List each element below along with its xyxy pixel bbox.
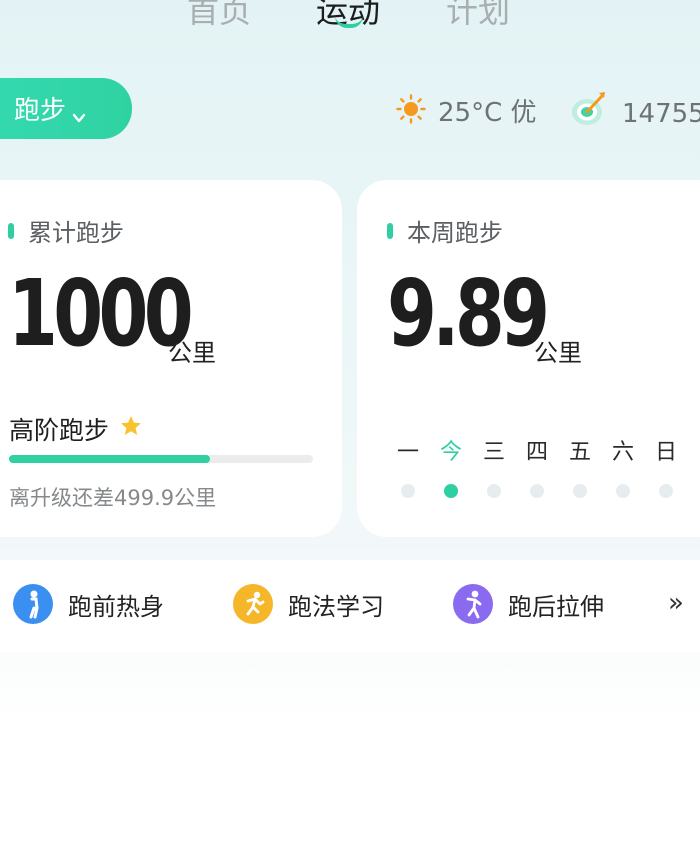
week-card-title-text: 本周跑步 (407, 219, 503, 247)
stretch-icon (453, 584, 493, 624)
level-progress-bar (9, 455, 313, 463)
tab-plan[interactable]: 计划 (446, 0, 510, 32)
learn-label: 跑法学习 (288, 592, 384, 621)
target-icon (570, 90, 608, 132)
chevron-down-icon (72, 102, 86, 122)
star-icon (109, 414, 143, 444)
week-card-title: 本周跑步 (387, 213, 503, 248)
week-day-label: 日 (654, 440, 677, 465)
title-marker (8, 222, 14, 239)
week-day-dot (616, 484, 630, 498)
total-distance-unit: 公里 (168, 339, 216, 367)
warmup-label: 跑前热身 (68, 592, 164, 621)
weather-info[interactable]: 25°C 优 (396, 92, 537, 129)
level-upgrade-note: 离升级还差499.9公里 (9, 486, 217, 510)
week-day-label: 五 (568, 440, 591, 465)
warmup-shortcut[interactable]: 跑前热身 (13, 584, 164, 624)
week-day-label: 三 (482, 440, 505, 465)
week-distance-unit: 公里 (534, 339, 582, 367)
week-day-dot (530, 484, 544, 498)
steps-text: 14755步 (622, 98, 700, 129)
week-day-dot (487, 484, 501, 498)
week-day-dot (573, 484, 587, 498)
week-distance-value: 9.89 (387, 260, 550, 367)
week-day-label: 四 (525, 440, 548, 465)
title-marker (387, 222, 393, 239)
more-shortcuts-button[interactable]: » (668, 588, 684, 618)
week-day-dot (444, 484, 458, 498)
total-distance-value: 1000 (8, 260, 194, 367)
sun-icon (396, 93, 426, 128)
running-icon (233, 584, 273, 624)
week-day-strip: 一今三四五六日 (388, 434, 688, 504)
total-card-title-text: 累计跑步 (28, 219, 124, 247)
stretch-label: 跑后拉伸 (508, 592, 604, 621)
week-day-label: 六 (611, 440, 634, 465)
total-card-title: 累计跑步 (8, 213, 124, 248)
sport-type-label: 跑步 (14, 96, 67, 126)
week-day-label: 一 (396, 440, 419, 465)
level-name-text: 高阶跑步 (9, 416, 110, 445)
stretch-shortcut[interactable]: 跑后拉伸 (453, 584, 604, 624)
step-count[interactable]: 14755步 (570, 90, 700, 132)
tab-home[interactable]: 首页 (187, 0, 251, 32)
top-nav: 首页 运动 计划 (0, 0, 700, 46)
sport-type-selector[interactable]: 跑步 (0, 78, 132, 139)
shortcut-bar: 跑前热身 跑法学习 跑后拉伸 » (0, 560, 700, 652)
level-progress-fill (9, 455, 210, 463)
learn-shortcut[interactable]: 跑法学习 (233, 584, 384, 624)
level-name: 高阶跑步 (9, 411, 143, 447)
week-day-label: 今 (439, 440, 462, 465)
weather-text: 25°C 优 (438, 98, 537, 128)
week-day-dot (401, 484, 415, 498)
week-day-dot (659, 484, 673, 498)
warmup-icon (13, 584, 53, 624)
